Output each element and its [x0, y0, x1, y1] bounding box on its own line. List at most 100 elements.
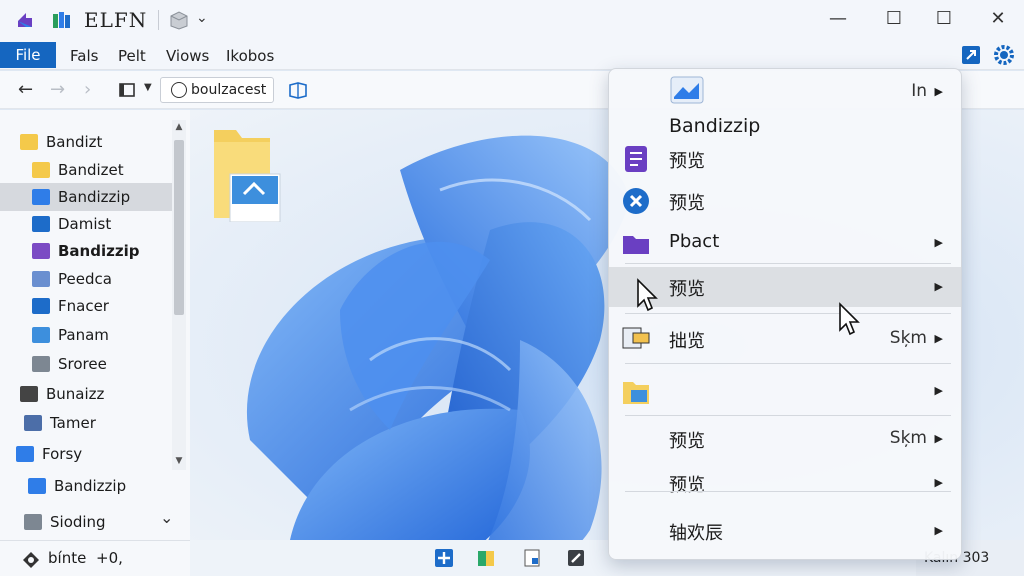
computer-icon: [24, 514, 42, 530]
context-menu-item[interactable]: 轴欢辰 ▶: [609, 513, 961, 549]
context-menu-label: 预览: [669, 475, 705, 496]
context-menu-label: 预览: [669, 151, 705, 172]
menu-fals[interactable]: Fals: [70, 44, 98, 68]
sidebar-item[interactable]: Bandizzip: [0, 237, 172, 265]
expand-icon[interactable]: [960, 44, 982, 66]
context-menu-label: 预览: [669, 279, 705, 300]
maximize-button[interactable]: ☐: [932, 8, 956, 30]
sidebar-item-label: Panam: [58, 326, 109, 344]
edit-app-icon[interactable]: [566, 548, 586, 568]
folder-thumbnail-icon[interactable]: [212, 126, 284, 222]
purple-doc-icon: [32, 243, 50, 259]
sidebar-item[interactable]: Sioding: [0, 508, 172, 536]
folder-picture-icon: [623, 382, 649, 404]
minimize-button[interactable]: —: [826, 8, 850, 30]
submenu-arrow-icon: ▶: [934, 280, 943, 293]
diamond-icon[interactable]: [22, 551, 40, 569]
sidebar-item[interactable]: Bandizzip: [0, 472, 172, 500]
context-menu-label: 轴欢辰: [669, 523, 723, 544]
scroll-up-icon[interactable]: ▲: [172, 122, 186, 132]
submenu-arrow-icon: ▶: [934, 384, 943, 397]
chevron-right-icon[interactable]: ›: [84, 79, 91, 100]
start-icon[interactable]: [434, 548, 454, 568]
scroll-down-icon[interactable]: ▼: [172, 456, 186, 466]
sidebar-item[interactable]: Bunaizz: [0, 380, 172, 408]
submenu-arrow-icon: ▶: [934, 476, 943, 489]
purple-list-icon: [625, 146, 647, 172]
view-dropdown-icon[interactable]: ▼: [144, 82, 152, 93]
chevron-down-icon[interactable]: ⌄: [196, 10, 208, 26]
submenu-arrow-icon: ▶: [934, 432, 943, 445]
context-menu-item[interactable]: 预览 Sķm ▶: [609, 421, 961, 457]
footer-label[interactable]: bínte: [48, 549, 86, 567]
menu-viows[interactable]: Viows: [166, 44, 209, 68]
sidebar-item[interactable]: Fnacer: [0, 292, 172, 320]
sidebar-item[interactable]: Tamer: [0, 409, 172, 437]
back-arrow-icon[interactable]: ←: [18, 79, 33, 100]
context-menu-label: 预览: [669, 193, 705, 214]
ctx-header-title: Bandizzip: [669, 115, 761, 137]
sidebar-item[interactable]: Forsy: [0, 440, 172, 468]
picture-icon: [32, 327, 50, 343]
sidebar-item-label: Bandizt: [46, 133, 103, 151]
context-menu-item[interactable]: 拙览 Sķm ▶: [609, 319, 961, 359]
expand-chevron-icon[interactable]: ⌄: [160, 508, 173, 527]
sidebar-item-label: Forsy: [42, 445, 83, 463]
context-menu-item[interactable]: 预览 ▶: [609, 465, 961, 501]
sidebar-item[interactable]: Peedca: [0, 265, 172, 293]
sidebar-item[interactable]: Damist: [0, 210, 172, 238]
submenu-arrow-icon: ▶: [934, 236, 943, 249]
context-menu-label: 预览: [669, 431, 705, 452]
context-menu: In ▶ Bandizzip 预览 预览 Pbact ▶ 预览 ▶ 拙览 Sķm ▶ ▶ 预览 Sķm…: [608, 68, 962, 560]
context-menu-item[interactable]: 预览: [609, 141, 961, 177]
sidebar-item[interactable]: Sroree: [0, 350, 172, 378]
package-icon[interactable]: [168, 10, 190, 30]
context-menu-shortcut: Sķm: [889, 328, 927, 348]
menu-ikobos[interactable]: Ikobos: [226, 44, 274, 68]
sidebar-item-label: Sroree: [58, 355, 107, 373]
sidebar-item-label: Sioding: [50, 513, 106, 531]
ctx-header-shortcut: In: [911, 81, 927, 101]
open-book-icon[interactable]: [288, 81, 308, 99]
context-menu-item[interactable]: Pbact ▶: [609, 225, 961, 261]
context-menu-item[interactable]: 预览 ▶: [609, 267, 961, 307]
address-bar[interactable]: boulzacest: [160, 77, 274, 103]
drive-icon: [28, 478, 46, 494]
context-menu-item[interactable]: ▶: [609, 369, 961, 413]
footer-extra: +0,: [96, 549, 123, 567]
forward-arrow-icon[interactable]: →: [50, 79, 65, 100]
sidebar-scrollbar[interactable]: ▲ ▼: [172, 120, 186, 470]
sidebar-item-label: Damist: [58, 215, 112, 233]
close-button[interactable]: ✕: [986, 8, 1010, 30]
books-icon[interactable]: [52, 10, 72, 30]
context-menu-shortcut: Sķm: [889, 428, 927, 448]
sidebar-item[interactable]: Panam: [0, 321, 172, 349]
context-menu-item[interactable]: 预览: [609, 183, 961, 219]
sidebar-item-label: Bandizzip: [58, 188, 131, 206]
context-menu-label: 拙览: [669, 331, 705, 352]
submenu-arrow-icon: ▶: [934, 524, 943, 537]
title-bar: ELFN ⌄ — ☐ ☐ ✕: [0, 0, 1024, 40]
purple-folder-icon: [623, 236, 649, 254]
location-icon: [171, 82, 187, 98]
context-menu-divider: [625, 363, 951, 364]
sidebar-item-label: Fnacer: [58, 297, 109, 315]
sidebar-item[interactable]: Bandizzip: [0, 183, 172, 211]
sidebar-item[interactable]: Bandizt: [0, 128, 172, 156]
document-app-icon[interactable]: [522, 548, 542, 568]
explorer-icon[interactable]: [476, 548, 496, 568]
context-menu-divider: [625, 415, 951, 416]
view-layout-icon[interactable]: [118, 82, 136, 98]
restore-button[interactable]: ☐: [882, 8, 906, 30]
window-title: ELFN: [84, 8, 148, 32]
menu-pelt[interactable]: Pelt: [118, 44, 146, 68]
sidebar-footer: bínte +0,: [0, 540, 190, 576]
sidebar-item-label: Bandizzip: [54, 477, 127, 495]
sidebar-item-label: Peedca: [58, 270, 112, 288]
gear-icon[interactable]: [993, 44, 1015, 66]
title-divider: [158, 10, 159, 30]
sidebar-item[interactable]: Bandizet: [0, 156, 172, 184]
blue-x-icon: [623, 188, 649, 214]
menu-file[interactable]: File: [0, 42, 56, 68]
scroll-thumb[interactable]: [174, 140, 184, 315]
